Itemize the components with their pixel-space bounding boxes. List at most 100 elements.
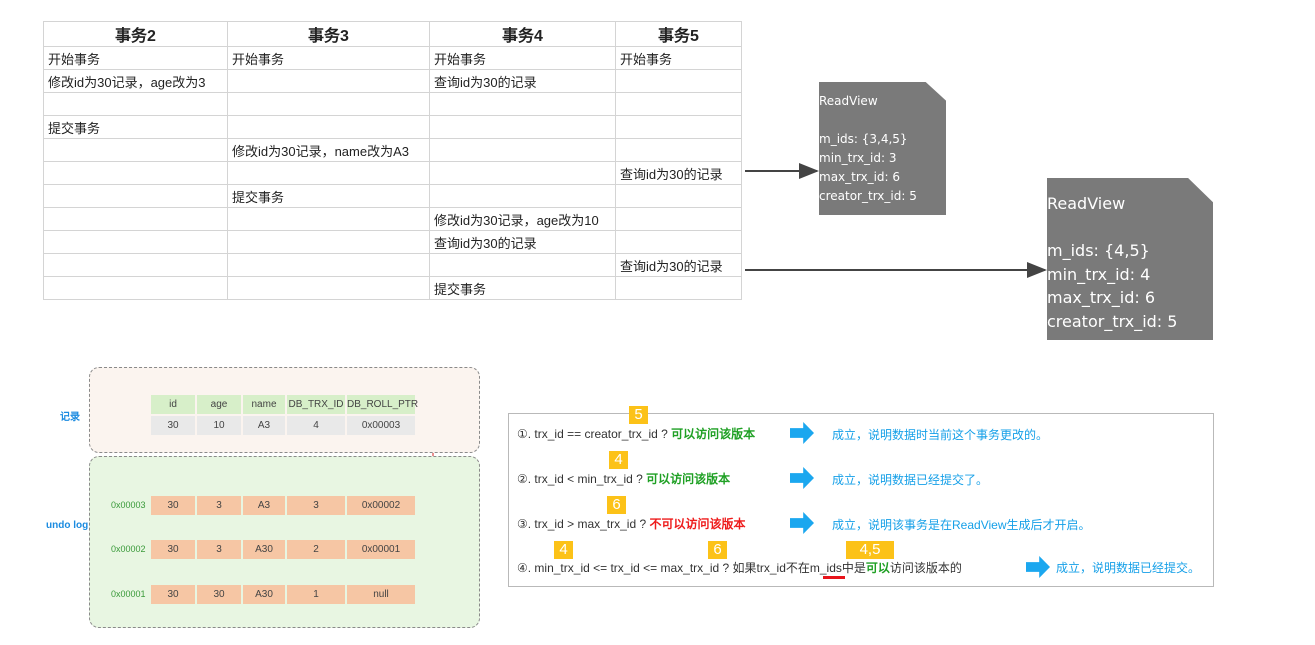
rule-condition: ②. trx_id < min_trx_id ? 可以访问该版本 — [517, 470, 730, 487]
rule-value-badge: 5 — [629, 406, 648, 424]
table-cell: 开始事务 — [429, 46, 616, 70]
undo-value: 30 — [151, 540, 195, 559]
rule-verdict: 可以访问该版本 — [671, 427, 756, 441]
table-cell — [429, 184, 616, 208]
rule-note: 成立，说明该事务是在ReadView生成后才开启。 — [832, 518, 1091, 532]
rule-not-in: 不在 — [785, 561, 810, 575]
table-cell: 修改id为30记录，age改为3 — [43, 69, 228, 93]
readview-max-trx-id: max_trx_id: 6 — [1047, 288, 1156, 307]
table-cell — [615, 115, 742, 139]
table-cell — [227, 69, 430, 93]
undo-log-label: undo log — [46, 520, 89, 531]
readview-m-ids: m_ids: {3,4,5} — [819, 132, 908, 146]
table-cell — [227, 92, 430, 116]
undo-value: 1 — [287, 585, 345, 604]
undo-value: A30 — [243, 540, 285, 559]
table-cell — [429, 115, 616, 139]
rule-value-badge: 4 — [554, 541, 573, 559]
table-cell — [615, 184, 742, 208]
record-column-header: id — [151, 395, 195, 414]
table-cell — [615, 92, 742, 116]
table-row: 提交事务 — [43, 184, 742, 208]
column-header: 事务4 — [429, 21, 616, 47]
rule-text: ④. min_trx_id <= trx_id <= max_trx_id ? … — [517, 561, 786, 575]
column-header: 事务5 — [615, 21, 742, 47]
rule-text: ③. trx_id > max_trx_id ? — [517, 517, 650, 531]
readview-creator-trx-id: creator_trx_id: 5 — [1047, 311, 1178, 331]
record-label: 记录 — [60, 412, 80, 423]
table-cell: 查询id为30的记录 — [615, 253, 742, 277]
table-cell: 开始事务 — [227, 46, 430, 70]
table-cell — [615, 207, 742, 231]
record-column-header: age — [197, 395, 241, 414]
rule-text-middle: m_ids中是 — [809, 561, 866, 575]
readview-max-trx-id: max_trx_id: 6 — [819, 170, 901, 184]
table-cell — [43, 276, 228, 300]
undo-value: 3 — [287, 496, 345, 515]
rule-text: ②. trx_id < min_trx_id ? — [517, 472, 647, 486]
undo-entry-address: 0x00001 — [111, 589, 146, 599]
table-cell: 查询id为30的记录 — [429, 230, 616, 254]
undo-value: 2 — [287, 540, 345, 559]
record-value: 10 — [197, 416, 241, 435]
table-row: 查询id为30的记录 — [43, 230, 742, 254]
table-row: 查询id为30的记录 — [43, 253, 742, 277]
undo-value: 0x00002 — [347, 496, 415, 515]
table-row: 开始事务 开始事务 开始事务 开始事务 — [43, 46, 742, 70]
rule-text: ①. trx_id == creator_trx_id ? — [517, 427, 672, 441]
rule-value-badge: 4,5 — [846, 541, 894, 559]
rule-value-badge: 6 — [607, 496, 626, 514]
rule-note: 成立，说明数据已经提交了。 — [832, 473, 989, 487]
record-value: 0x00003 — [347, 416, 415, 435]
rule-text-suffix: 访问该版本的 — [889, 561, 962, 575]
table-cell: 提交事务 — [429, 276, 616, 300]
readview-title: ReadView — [1047, 194, 1126, 213]
undo-value: A3 — [243, 496, 285, 515]
record-value: 30 — [151, 416, 195, 435]
readview-title: ReadView — [819, 94, 878, 108]
table-cell: 查询id为30的记录 — [615, 161, 742, 185]
table-cell: 修改id为30记录，age改为10 — [429, 207, 616, 231]
table-row: 提交事务 — [43, 115, 742, 139]
table-row: 修改id为30记录，name改为A3 — [43, 138, 742, 162]
undo-value: A30 — [243, 585, 285, 604]
rule-value-badge: 6 — [708, 541, 727, 559]
table-cell: 开始事务 — [43, 46, 228, 70]
undo-entry-address: 0x00002 — [111, 544, 146, 554]
record-column-header: DB_ROLL_PTR — [347, 395, 418, 414]
table-cell: 提交事务 — [43, 115, 228, 139]
table-cell: 修改id为30记录，name改为A3 — [227, 138, 430, 162]
table-cell — [615, 276, 742, 300]
table-cell — [43, 92, 228, 116]
transaction-table: 事务2 事务3 事务4 事务5 开始事务 开始事务 开始事务 开始事务 修改id为30记… — [43, 21, 742, 300]
table-cell — [227, 276, 430, 300]
readview-m-ids: m_ids: {4,5} — [1047, 241, 1150, 260]
rule-verdict: 可以访问该版本 — [646, 472, 731, 486]
table-cell — [43, 230, 228, 254]
undo-value: 30 — [151, 585, 195, 604]
readview-creator-trx-id: creator_trx_id: 5 — [819, 189, 917, 203]
readview-box-second: ReadView m_ids: {4,5} min_trx_id: 4 max_… — [1047, 178, 1213, 340]
undo-value: 30 — [197, 585, 241, 604]
rule-verdict: 不可以访问该版本 — [649, 517, 746, 531]
undo-value: 3 — [197, 496, 241, 515]
table-row: 修改id为30记录，age改为3 查询id为30的记录 — [43, 69, 742, 93]
table-cell — [227, 230, 430, 254]
rule-condition: ④. min_trx_id <= trx_id <= max_trx_id ? … — [517, 559, 962, 576]
rule-condition: ③. trx_id > max_trx_id ? 不可以访问该版本 — [517, 515, 746, 532]
table-cell — [43, 207, 228, 231]
table-header-row: 事务2 事务3 事务4 事务5 — [43, 21, 742, 47]
table-cell — [429, 253, 616, 277]
not-in-underline — [823, 576, 845, 579]
rule-condition: ①. trx_id == creator_trx_id ? 可以访问该版本 — [517, 425, 755, 442]
table-cell — [615, 69, 742, 93]
column-header: 事务2 — [43, 21, 228, 47]
table-cell — [429, 161, 616, 185]
table-row: 查询id为30的记录 — [43, 161, 742, 185]
record-value: 4 — [287, 416, 345, 435]
readview-box-first: ReadView m_ids: {3,4,5} min_trx_id: 3 ma… — [819, 82, 946, 215]
table-cell — [429, 92, 616, 116]
readview-min-trx-id: min_trx_id: 3 — [819, 151, 897, 165]
table-cell — [43, 253, 228, 277]
table-cell — [227, 115, 430, 139]
